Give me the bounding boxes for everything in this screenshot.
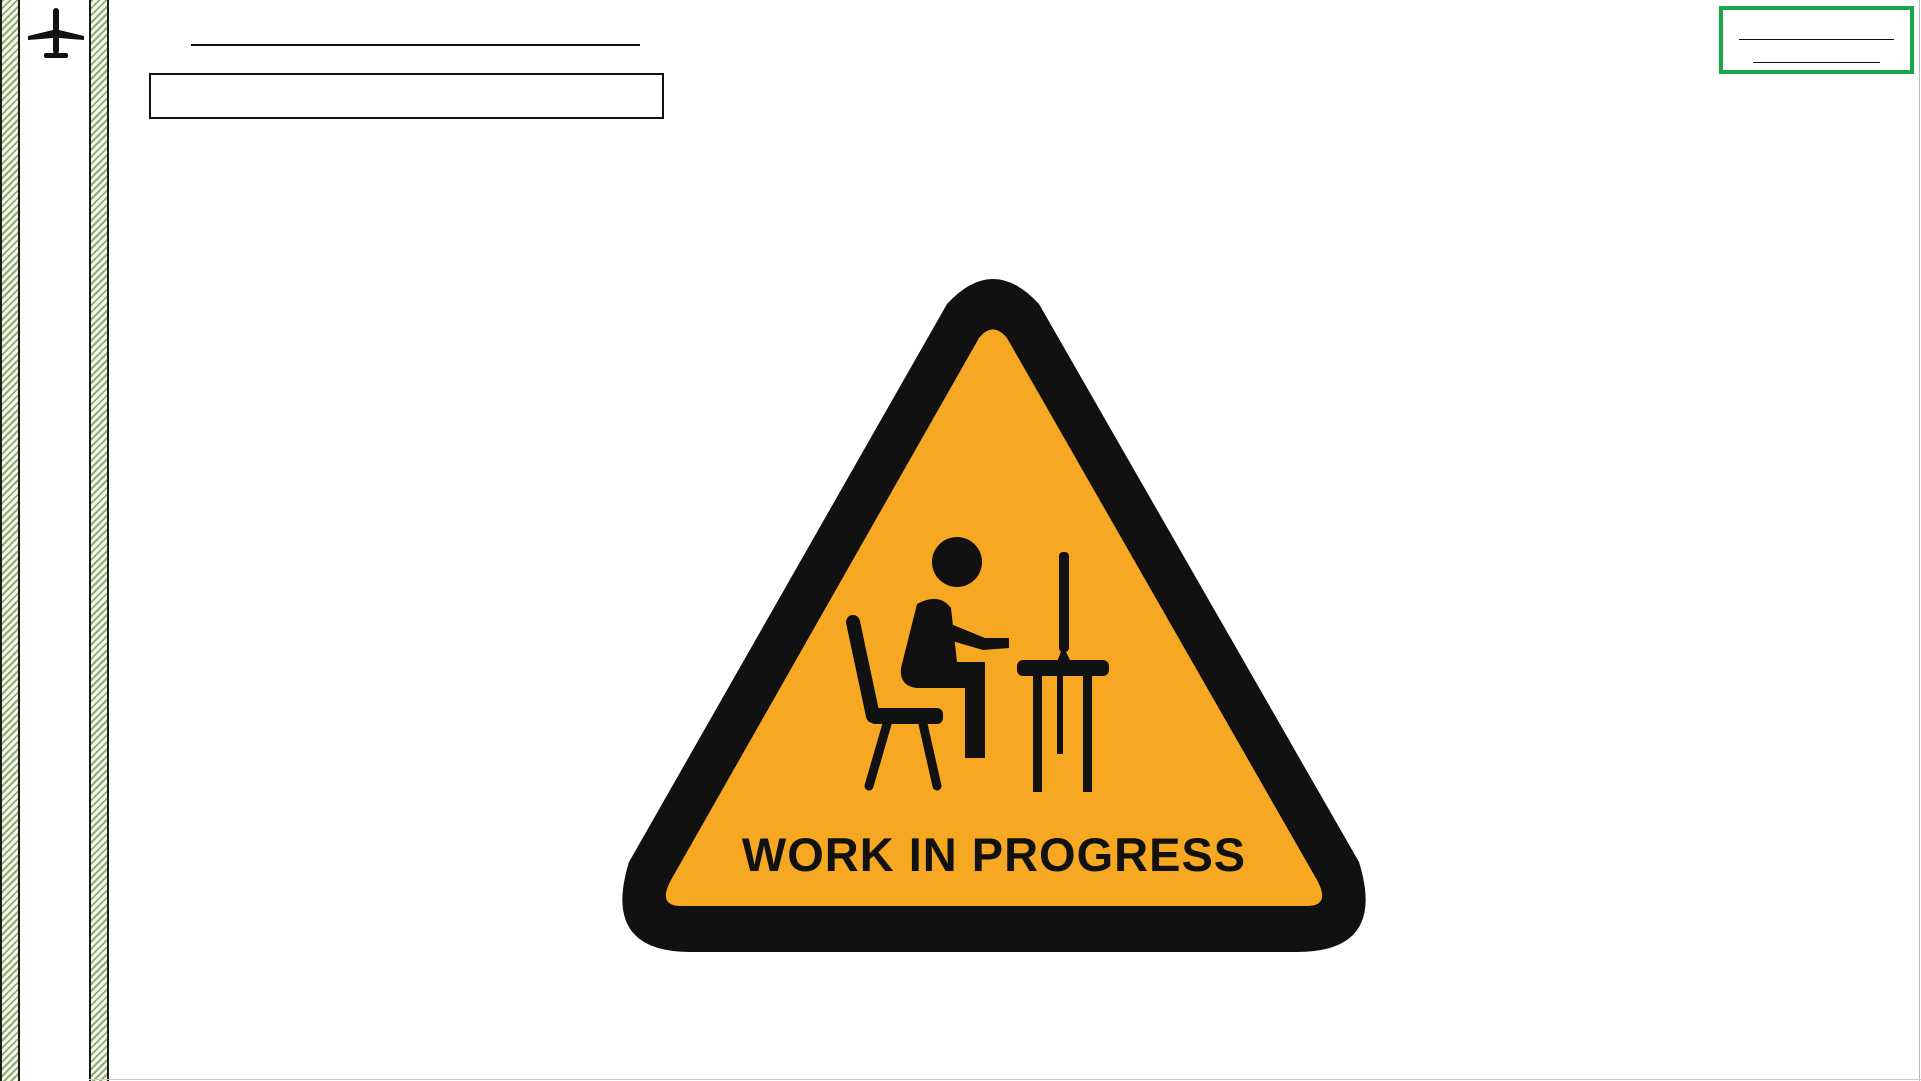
work-in-progress-sign: WORK IN PROGRESS <box>617 276 1371 952</box>
sign-fill <box>665 329 1323 906</box>
status-box <box>1719 6 1914 74</box>
status-line-2 <box>1753 62 1880 63</box>
bottom-border <box>89 1079 1921 1080</box>
airplane-icon <box>26 6 86 64</box>
sign-label: WORK IN PROGRESS <box>742 828 1246 881</box>
status-line-1 <box>1739 39 1894 40</box>
left-rail-hatched <box>0 0 20 1081</box>
right-border <box>1919 0 1920 1081</box>
slide-page: WORK IN PROGRESS <box>0 0 1921 1081</box>
title-input-box[interactable] <box>149 73 664 119</box>
title-underline <box>191 44 640 46</box>
inner-rail-hatched <box>89 0 109 1081</box>
